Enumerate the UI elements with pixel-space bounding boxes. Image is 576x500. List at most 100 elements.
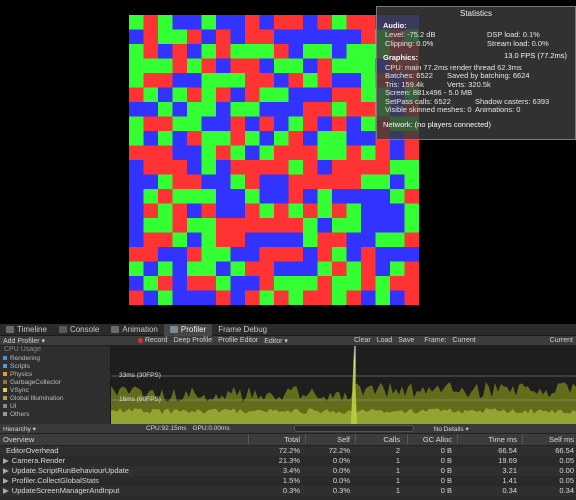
grid-tile — [216, 189, 232, 205]
category-color-swatch — [3, 380, 7, 384]
row-name: EditorOverhead — [6, 446, 59, 455]
clear-button[interactable]: Clear — [351, 337, 374, 344]
expand-arrow-icon[interactable]: ▶ — [3, 486, 9, 495]
column-header[interactable]: Self — [337, 434, 350, 446]
grid-tile — [143, 174, 159, 190]
tab-timeline[interactable]: Timeline — [0, 324, 53, 336]
tab-frame-debug[interactable]: Frame Debug — [212, 324, 273, 336]
grid-tile — [259, 232, 275, 248]
column-header[interactable]: Calls — [383, 434, 400, 446]
grid-tile — [390, 218, 406, 234]
add-profiler-dropdown[interactable]: Add Profiler ▾ — [0, 337, 111, 345]
hierarchy-dropdown[interactable]: Hierarchy ▾ — [0, 425, 146, 433]
grid-tile — [361, 203, 377, 219]
grid-tile — [288, 87, 304, 103]
table-row[interactable]: ▶ UpdateScreenManagerAndInput 0.3% 0.3% 1 0 B… — [0, 486, 576, 496]
grid-tile — [361, 276, 377, 292]
expand-arrow-icon[interactable]: ▶ — [3, 476, 9, 485]
column-header[interactable]: Total — [284, 434, 300, 446]
grid-tile — [317, 218, 333, 234]
grid-tile — [216, 44, 232, 60]
table-row[interactable]: EditorOverhead 72.2% 72.2% 2 0 B 66.54 66.54 — [0, 446, 576, 456]
grid-tile — [230, 232, 246, 248]
grid-tile — [129, 87, 145, 103]
expand-arrow-icon[interactable]: ▶ — [3, 456, 9, 465]
grid-tile — [187, 261, 203, 277]
cpu-category-item[interactable]: Physics — [0, 370, 110, 378]
grid-tile — [158, 73, 174, 89]
tab-profiler[interactable]: Profiler — [163, 323, 213, 336]
grid-tile — [404, 247, 419, 263]
grid-tile — [216, 87, 232, 103]
column-header[interactable]: Time ms — [489, 434, 517, 446]
grid-tile — [201, 290, 217, 305]
row-value: 0.0% — [332, 456, 350, 465]
cpu-category-item[interactable]: Scripts — [0, 362, 110, 370]
tab-console[interactable]: Console — [53, 324, 105, 336]
grid-tile — [129, 189, 145, 205]
grid-tile — [245, 44, 261, 60]
table-row[interactable]: ▶ Profiler.CollectGlobalStats 1.5% 0.0% 1 0 B… — [0, 476, 576, 486]
grid-tile — [172, 174, 188, 190]
grid-tile — [332, 174, 348, 190]
grid-tile — [274, 87, 290, 103]
grid-tile — [346, 174, 362, 190]
grid-tile — [143, 145, 159, 161]
grid-tile — [187, 203, 203, 219]
grid-tile — [129, 116, 145, 132]
grid-tile — [245, 174, 261, 190]
grid-tile — [404, 203, 419, 219]
grid-tile — [230, 261, 246, 277]
cpu-category-item[interactable]: Rendering — [0, 354, 110, 362]
profile-editor-button[interactable]: Profile Editor — [215, 337, 261, 344]
grid-tile — [274, 247, 290, 263]
grid-tile — [230, 247, 246, 263]
column-header[interactable]: GC Alloc — [423, 434, 452, 446]
grid-tile — [346, 87, 362, 103]
grid-tile — [172, 160, 188, 176]
grid-tile — [245, 203, 261, 219]
cpu-category-item[interactable]: GarbageCollector — [0, 378, 110, 386]
row-value: 1.41 — [502, 476, 517, 485]
grid-tile — [346, 15, 362, 31]
row-value: 0.0% — [332, 466, 350, 475]
search-field[interactable] — [293, 425, 414, 432]
row-value: 0 B — [440, 476, 452, 485]
cpu-usage-chart[interactable]: 33ms (30FPS) 16ms (60FPS) — [111, 346, 576, 424]
tab-animation[interactable]: Animation — [105, 324, 164, 336]
grid-tile — [143, 58, 159, 74]
editor-dropdown[interactable]: Editor ▾ — [261, 337, 291, 345]
grid-tile — [201, 145, 217, 161]
column-header[interactable]: Overview — [0, 434, 34, 446]
row-value: 1 — [395, 456, 400, 465]
grid-tile — [332, 116, 348, 132]
deep-profile-button[interactable]: Deep Profile — [171, 337, 216, 344]
table-row[interactable]: ▶ Camera.Render 21.3% 0.0% 1 0 B 19.69 0.05 — [0, 456, 576, 466]
table-row[interactable]: ▶ Update.ScriptRunBehaviourUpdate 3.4% 0.0%… — [0, 466, 576, 476]
details-dropdown[interactable]: No Details ▾ — [434, 425, 469, 433]
cpu-category-item[interactable]: Others — [0, 410, 110, 418]
category-label: Rendering — [10, 354, 40, 362]
grid-tile — [259, 203, 275, 219]
save-button[interactable]: Save — [395, 337, 417, 344]
grid-tile — [216, 276, 232, 292]
cpu-category-item[interactable]: Global Illumination — [0, 394, 110, 402]
record-button[interactable]: Record — [135, 337, 171, 344]
grid-tile — [274, 174, 290, 190]
grid-tile — [129, 73, 145, 89]
grid-tile — [346, 276, 362, 292]
current-frame-button[interactable]: Current — [547, 337, 576, 344]
grid-tile — [143, 290, 159, 305]
grid-tile — [288, 232, 304, 248]
expand-arrow-icon[interactable]: ▶ — [3, 466, 9, 475]
category-label: Others — [10, 410, 30, 418]
column-header[interactable]: Self ms — [549, 434, 574, 446]
cpu-category-item[interactable]: VSync — [0, 386, 110, 394]
grid-tile — [346, 73, 362, 89]
grid-tile — [230, 160, 246, 176]
grid-tile — [230, 44, 246, 60]
load-button[interactable]: Load — [374, 337, 396, 344]
row-value: 0 B — [440, 446, 452, 455]
cpu-category-item[interactable]: UI — [0, 402, 110, 410]
row-value: 66.54 — [555, 446, 574, 455]
